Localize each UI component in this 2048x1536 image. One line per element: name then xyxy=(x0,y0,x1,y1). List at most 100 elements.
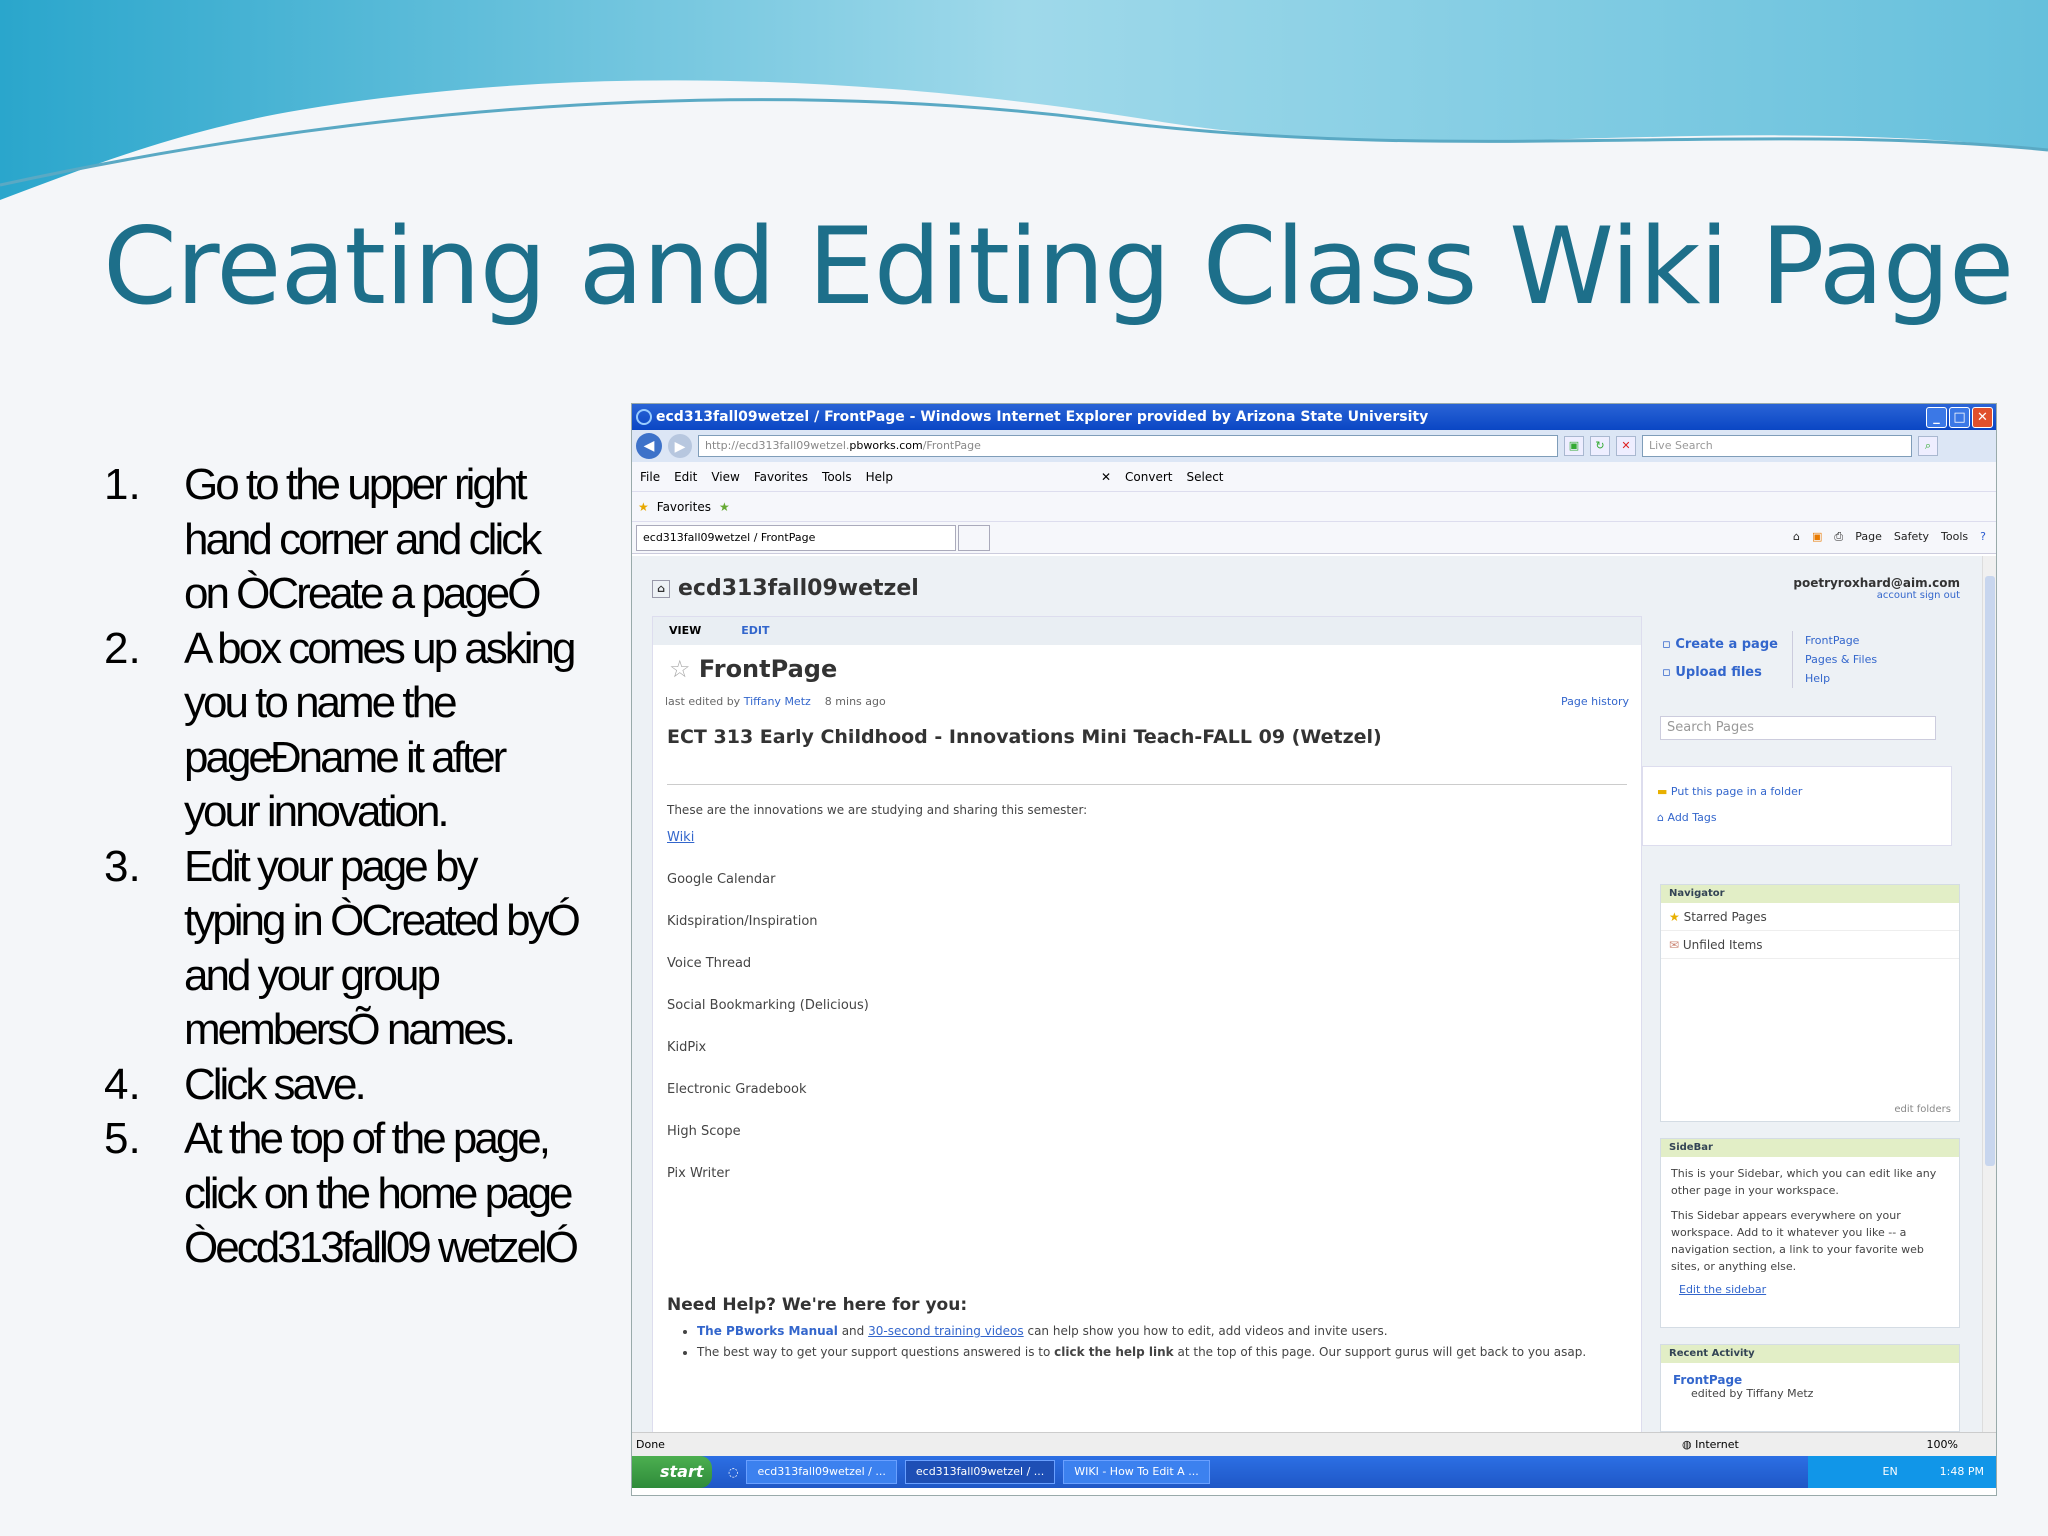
page-scrollbar[interactable] xyxy=(1982,556,1996,1432)
forward-button[interactable]: ▶ xyxy=(668,434,692,458)
put-in-folder-link[interactable]: ▬ Put this page in a folder xyxy=(1657,779,1951,805)
step-text: Go to the upper right hand corner and cl… xyxy=(184,460,542,618)
home-icon[interactable]: ⌂ xyxy=(1793,530,1800,544)
create-page-button[interactable]: ▫ Create a page xyxy=(1662,631,1778,659)
tab-edit[interactable]: EDIT xyxy=(741,617,769,645)
workspace-title[interactable]: ⌂ ecd313fall09wetzel xyxy=(652,576,919,601)
menu-help[interactable]: Help xyxy=(866,470,893,484)
command-bar: ⌂ ▣ ⎙ Page Safety Tools ? xyxy=(1793,530,1986,544)
scrollbar-thumb[interactable] xyxy=(1985,576,1995,1166)
step-text: At the top of the page, click on the hom… xyxy=(184,1114,579,1272)
pages-files-link[interactable]: Pages & Files xyxy=(1805,650,1877,669)
browser-tab[interactable]: ecd313fall09wetzel / FrontPage xyxy=(636,524,956,551)
starred-pages-label: Starred Pages xyxy=(1683,910,1767,924)
sign-out-link[interactable]: sign out xyxy=(1920,590,1960,601)
upload-files-button[interactable]: ▫ Upload files xyxy=(1662,659,1778,687)
close-button[interactable]: ✕ xyxy=(1972,407,1993,428)
back-button[interactable]: ◀ xyxy=(636,433,662,459)
recent-activity-heading: Recent Activity xyxy=(1661,1345,1959,1363)
help-item: The PBworks Manual and 30-second trainin… xyxy=(697,1321,1641,1342)
navigator-heading: Navigator xyxy=(1661,885,1959,903)
close-toolbar-icon[interactable]: ✕ xyxy=(1101,470,1111,484)
step-item: 1. Go to the upper right hand corner and … xyxy=(104,458,584,622)
window-title: ecd313fall09wetzel / FrontPage - Windows… xyxy=(656,409,1429,425)
unfiled-items-item[interactable]: ✉ Unfiled Items xyxy=(1661,931,1959,959)
videos-link[interactable]: 30-second training videos xyxy=(868,1324,1024,1338)
step-text: Edit your page by typing in ÒCreated byÓ… xyxy=(184,841,581,1055)
list-item: KidPix xyxy=(667,1040,707,1055)
stop-icon[interactable]: ✕ xyxy=(1616,436,1636,456)
editor-link[interactable]: Tiffany Metz xyxy=(744,695,811,708)
tab-view[interactable]: VIEW xyxy=(669,617,701,645)
start-button[interactable]: start xyxy=(632,1456,712,1488)
sidebar-heading: SideBar xyxy=(1661,1139,1959,1157)
list-item: Social Bookmarking (Delicious) xyxy=(667,998,869,1013)
add-tags-label: Add Tags xyxy=(1667,811,1717,824)
select-button[interactable]: Select xyxy=(1186,470,1223,484)
favorites-button[interactable]: Favorites xyxy=(657,500,711,514)
step-item: 4. Click save. xyxy=(104,1058,584,1113)
menu-edit[interactable]: Edit xyxy=(674,470,697,484)
add-favorite-icon[interactable]: ★ xyxy=(719,500,730,514)
help-icon[interactable]: ? xyxy=(1980,530,1986,544)
step-number: 3. xyxy=(104,841,141,891)
frontpage-link[interactable]: FrontPage xyxy=(1805,631,1877,650)
steps-list: 1. Go to the upper right hand corner and … xyxy=(104,458,584,1276)
taskbar-item[interactable]: ecd313fall09wetzel / ... xyxy=(904,1460,1056,1484)
page-menu[interactable]: Page xyxy=(1855,530,1882,544)
taskbar-item[interactable]: WIKI - How To Edit A ... xyxy=(1063,1460,1210,1484)
refresh-icon[interactable]: ↻ xyxy=(1590,436,1610,456)
compatibility-icon[interactable]: ▣ xyxy=(1564,436,1584,456)
account-link[interactable]: account xyxy=(1877,590,1917,601)
address-domain: pbworks.com xyxy=(849,439,923,452)
live-search-input[interactable]: Live Search xyxy=(1642,435,1912,457)
folder-tags-box: ▬ Put this page in a folder ⌂ Add Tags xyxy=(1642,766,1952,846)
step-number: 2. xyxy=(104,623,141,673)
help-and: and xyxy=(841,1324,865,1338)
menu-tools[interactable]: Tools xyxy=(822,470,852,484)
page-history-link[interactable]: Page history xyxy=(1561,695,1629,708)
user-email: poetryroxhard@aim.com xyxy=(1793,576,1960,590)
taskbar-item[interactable]: ecd313fall09wetzel / ... xyxy=(746,1460,897,1484)
sidebar-text: This Sidebar appears everywhere on your … xyxy=(1671,1209,1924,1273)
sidebar-widget: SideBar This is your Sidebar, which you … xyxy=(1660,1138,1960,1328)
home-icon[interactable]: ⌂ xyxy=(652,580,670,598)
address-bar[interactable]: http://ecd313fall09wetzel.pbworks.com/Fr… xyxy=(698,435,1558,457)
minimize-button[interactable]: _ xyxy=(1926,407,1947,428)
search-icon[interactable]: ⌕ xyxy=(1918,436,1938,456)
maximize-button[interactable]: □ xyxy=(1949,407,1970,428)
print-icon[interactable]: ⎙ xyxy=(1834,530,1843,544)
star-icon: ★ xyxy=(1669,910,1680,924)
edit-folders-button[interactable]: edit folders xyxy=(1894,1104,1951,1115)
help-line2-start: The best way to get your support questio… xyxy=(697,1345,1051,1359)
page-headline: ECT 313 Early Childhood - Innovations Mi… xyxy=(667,726,1627,785)
quick-launch-ie-icon[interactable]: ◌ xyxy=(728,1465,738,1479)
help-link[interactable]: Help xyxy=(1805,669,1877,688)
page-title-text: FrontPage xyxy=(698,655,838,683)
language-indicator[interactable]: EN xyxy=(1883,1465,1898,1478)
menu-favorites[interactable]: Favorites xyxy=(754,470,808,484)
star-icon[interactable]: ☆ xyxy=(669,655,691,683)
address-row: ◀ ▶ http://ecd313fall09wetzel.pbworks.co… xyxy=(632,430,1996,462)
favorites-star-icon[interactable]: ★ xyxy=(638,500,649,514)
feeds-icon[interactable]: ▣ xyxy=(1812,530,1822,544)
search-pages-input[interactable]: Search Pages xyxy=(1660,716,1936,740)
zoom-level[interactable]: 100% xyxy=(1927,1433,1958,1457)
address-path: /FrontPage xyxy=(922,439,981,452)
starred-pages-item[interactable]: ★ Starred Pages xyxy=(1661,903,1959,931)
manual-link[interactable]: The PBworks Manual xyxy=(697,1324,838,1338)
edit-info: last edited by Tiffany Metz 8 mins ago P… xyxy=(665,695,1641,708)
convert-button[interactable]: Convert xyxy=(1125,470,1172,484)
edited-time: 8 mins ago xyxy=(824,695,886,708)
list-item[interactable]: Wiki xyxy=(667,817,1641,859)
tools-menu[interactable]: Tools xyxy=(1941,530,1968,544)
recent-page-link[interactable]: FrontPage xyxy=(1661,1363,1959,1387)
menu-view[interactable]: View xyxy=(711,470,739,484)
edit-sidebar-link[interactable]: Edit the sidebar xyxy=(1661,1283,1959,1296)
add-tags-link[interactable]: ⌂ Add Tags xyxy=(1657,805,1951,831)
help-heading: Need Help? We're here for you: xyxy=(667,1295,968,1315)
safety-menu[interactable]: Safety xyxy=(1894,530,1929,544)
user-info: poetryroxhard@aim.com account sign out xyxy=(1793,576,1960,601)
new-tab-button[interactable] xyxy=(958,524,990,551)
menu-file[interactable]: File xyxy=(640,470,660,484)
